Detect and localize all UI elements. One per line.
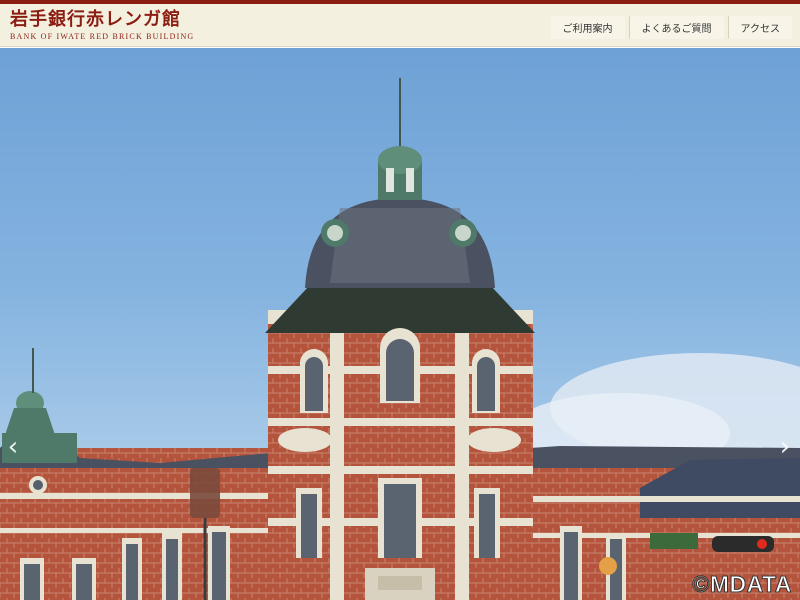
logo-subtitle: BANK OF IWATE RED BRICK BUILDING (10, 32, 195, 41)
site-header: 岩手銀行赤レンガ館 BANK OF IWATE RED BRICK BUILDI… (0, 4, 800, 47)
logo-title: 岩手銀行赤レンガ館 (10, 9, 181, 30)
photo-credit: ©MDATA (692, 571, 792, 598)
hero-slideshow: ‹ › (0, 48, 800, 600)
slider-prev-button[interactable]: ‹ (4, 432, 22, 462)
nav-item-access[interactable]: アクセス (727, 16, 792, 39)
nav-item-guide[interactable]: ご利用案内 (550, 16, 625, 39)
nav-item-faq[interactable]: よくあるご質問 (628, 16, 724, 39)
slider-next-button[interactable]: › (776, 432, 794, 462)
hero-photo-red-brick-building (0, 78, 800, 600)
site-logo[interactable]: 岩手銀行赤レンガ館 BANK OF IWATE RED BRICK BUILDI… (10, 10, 194, 42)
main-nav: ご利用案内 よくあるご質問 アクセス (547, 16, 792, 39)
